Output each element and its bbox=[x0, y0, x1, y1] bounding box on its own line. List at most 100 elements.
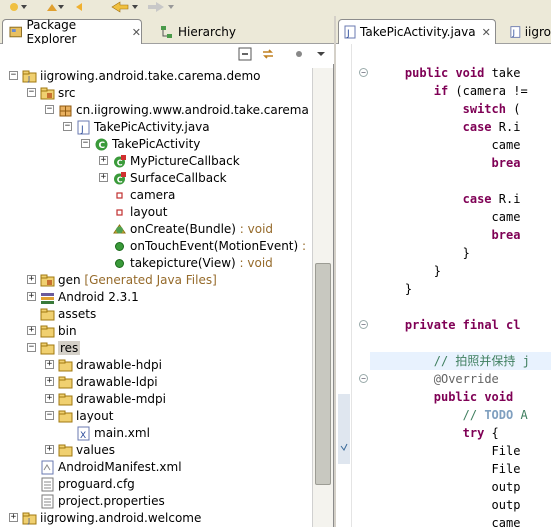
tree-item[interactable]: proguard.cfg bbox=[0, 476, 312, 493]
tree-item[interactable]: + drawable-ldpi bbox=[0, 374, 312, 391]
collapse-icon[interactable]: − bbox=[27, 88, 36, 97]
tree-item-text: Android 2.3.1 bbox=[58, 290, 139, 304]
tree-item[interactable]: − C TakePicActivity bbox=[0, 136, 312, 153]
tree-item[interactable]: + drawable-hdpi bbox=[0, 357, 312, 374]
code-line[interactable]: // TODO A bbox=[370, 406, 551, 424]
back-icon[interactable] bbox=[110, 1, 138, 14]
code-line[interactable]: // 拍照并保持 j bbox=[370, 352, 551, 370]
code-line[interactable]: brea bbox=[370, 226, 551, 244]
code-view[interactable]: public void take if (camera != switch (cas… bbox=[370, 44, 551, 527]
view-menu-icon[interactable] bbox=[292, 47, 306, 61]
search-icon[interactable] bbox=[74, 1, 90, 14]
tree-item[interactable]: Xmain.xml bbox=[0, 425, 312, 442]
code-line[interactable]: if (camera != bbox=[370, 82, 551, 100]
code-line[interactable]: came bbox=[370, 514, 551, 527]
code-line[interactable]: switch ( bbox=[370, 100, 551, 118]
collapse-icon[interactable]: − bbox=[27, 343, 36, 352]
code-line[interactable]: } bbox=[370, 262, 551, 280]
tree-item-label: proguard.cfg bbox=[58, 477, 135, 491]
tree-item[interactable]: onTouchEvent(MotionEvent) : bbox=[0, 238, 312, 255]
code-line[interactable]: outp bbox=[370, 496, 551, 514]
scrollbar-thumb[interactable] bbox=[315, 263, 331, 485]
collapse-all-icon[interactable] bbox=[238, 47, 252, 61]
code-token: @Override bbox=[433, 372, 499, 386]
tree-item-text: layout bbox=[76, 409, 114, 423]
expand-icon[interactable]: + bbox=[99, 173, 108, 182]
forward-icon[interactable] bbox=[146, 1, 174, 14]
chevron-down-icon[interactable] bbox=[314, 47, 328, 61]
tree-item[interactable]: − Jiigrowing.android.take.carema.demo bbox=[0, 68, 312, 85]
tree-item[interactable]: onCreate(Bundle) : void bbox=[0, 221, 312, 238]
code-line[interactable]: public void take bbox=[370, 64, 551, 82]
folder-icon bbox=[40, 342, 55, 355]
code-line[interactable]: outp bbox=[370, 478, 551, 496]
expand-icon[interactable]: + bbox=[45, 360, 54, 369]
expand-icon[interactable]: + bbox=[27, 326, 36, 335]
code-line[interactable]: File bbox=[370, 460, 551, 478]
code-line[interactable]: private final cl bbox=[370, 316, 551, 334]
code-line[interactable]: public void bbox=[370, 388, 551, 406]
close-icon[interactable]: ✕ bbox=[482, 26, 491, 39]
tree-item[interactable]: + bin bbox=[0, 323, 312, 340]
code-line[interactable] bbox=[370, 298, 551, 316]
vertical-scrollbar[interactable] bbox=[312, 68, 333, 527]
expand-icon[interactable]: + bbox=[45, 394, 54, 403]
tree-item-decoration: : bbox=[298, 239, 307, 253]
tree-item[interactable]: + Jiigrowing.android.welcome bbox=[0, 510, 312, 527]
folder-icon bbox=[58, 444, 73, 457]
collapse-icon[interactable]: − bbox=[45, 411, 54, 420]
code-line[interactable]: came bbox=[370, 208, 551, 226]
tree-item[interactable]: + C SurfaceCallback bbox=[0, 170, 312, 187]
tab-other-file[interactable]: J iigro bbox=[508, 19, 551, 44]
expand-icon[interactable]: + bbox=[27, 275, 36, 284]
tree-item[interactable]: project.properties bbox=[0, 493, 312, 510]
tree-item[interactable]: − cn.iigrowing.www.android.take.carema bbox=[0, 102, 312, 119]
code-token: came bbox=[491, 210, 521, 224]
package-icon bbox=[59, 105, 72, 117]
tree-item[interactable]: − src bbox=[0, 85, 312, 102]
link-with-editor-icon[interactable] bbox=[261, 47, 275, 61]
code-line[interactable]: case R.i bbox=[370, 118, 551, 136]
tab-hierarchy[interactable]: Hierarchy bbox=[156, 19, 246, 44]
tree-item[interactable]: layout bbox=[0, 204, 312, 221]
tree-item[interactable]: + values bbox=[0, 442, 312, 459]
code-line[interactable]: } bbox=[370, 244, 551, 262]
code-line[interactable]: came bbox=[370, 136, 551, 154]
code-line[interactable]: } bbox=[370, 280, 551, 298]
expand-icon[interactable]: + bbox=[99, 156, 108, 165]
collapse-icon[interactable]: − bbox=[45, 105, 54, 114]
tree-item[interactable]: + Android 2.3.1 bbox=[0, 289, 312, 306]
tree-item[interactable]: + drawable-mdpi bbox=[0, 391, 312, 408]
open-type-icon[interactable] bbox=[44, 1, 64, 14]
tab-package-explorer[interactable]: Package Explorer ✕ bbox=[2, 18, 142, 46]
expand-icon[interactable]: + bbox=[27, 292, 36, 301]
close-icon[interactable]: ✕ bbox=[132, 26, 141, 39]
fold-collapse-icon[interactable]: − bbox=[359, 320, 368, 329]
tree-item[interactable]: − res bbox=[0, 340, 312, 357]
tree-item[interactable]: camera bbox=[0, 187, 312, 204]
expand-icon[interactable]: + bbox=[45, 445, 54, 454]
tree-item[interactable]: takepicture(View) : void bbox=[0, 255, 312, 272]
code-line[interactable]: File bbox=[370, 442, 551, 460]
collapse-icon[interactable]: − bbox=[9, 71, 18, 80]
tree-item[interactable]: + gen [Generated Java Files] bbox=[0, 272, 312, 289]
code-line[interactable] bbox=[370, 172, 551, 190]
collapse-icon[interactable]: − bbox=[81, 139, 90, 148]
fold-collapse-icon[interactable]: − bbox=[359, 68, 368, 77]
tree-item[interactable]: − layout bbox=[0, 408, 312, 425]
code-line[interactable]: @Override bbox=[370, 370, 551, 388]
collapse-icon[interactable]: − bbox=[63, 122, 72, 131]
tree-item[interactable]: assets bbox=[0, 306, 312, 323]
fold-collapse-icon[interactable]: − bbox=[359, 374, 368, 383]
tree-item[interactable]: + C MyPictureCallback bbox=[0, 153, 312, 170]
code-line[interactable] bbox=[370, 334, 551, 352]
tree-item[interactable]: − J TakePicActivity.java bbox=[0, 119, 312, 136]
tab-takepicactivity-java[interactable]: J TakePicActivity.java ✕ bbox=[338, 19, 496, 44]
code-line[interactable]: try { bbox=[370, 424, 551, 442]
tree-item[interactable]: AndroidManifest.xml bbox=[0, 459, 312, 476]
code-line[interactable]: case R.i bbox=[370, 190, 551, 208]
new-wizard-icon[interactable] bbox=[8, 1, 28, 14]
expand-icon[interactable]: + bbox=[45, 377, 54, 386]
code-line[interactable]: brea bbox=[370, 154, 551, 172]
expand-icon[interactable]: + bbox=[9, 513, 18, 522]
